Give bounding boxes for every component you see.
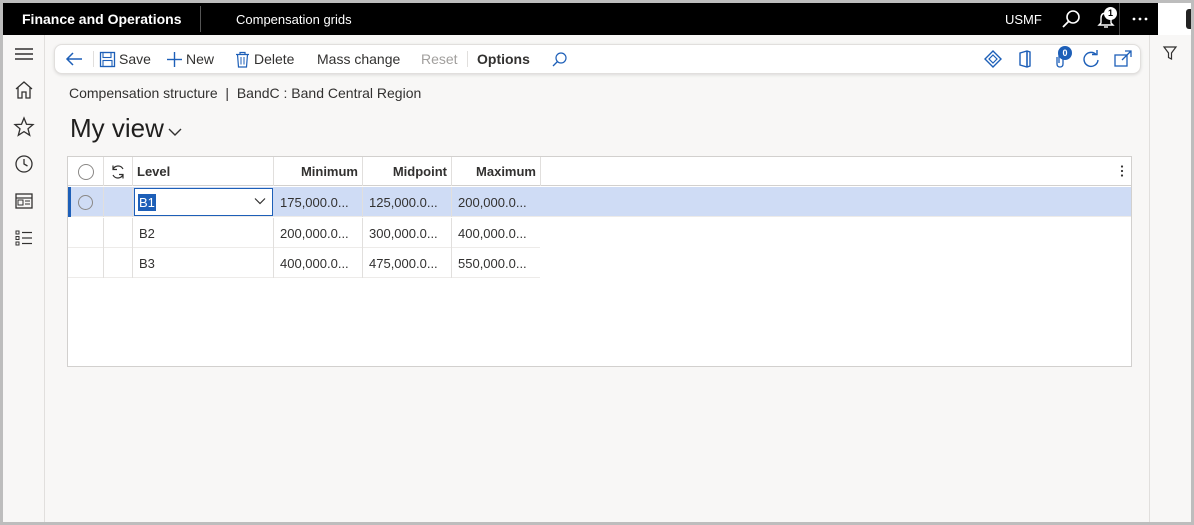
cell-minimum[interactable]: 400,000.0... xyxy=(274,248,363,278)
table-row[interactable]: B3 400,000.0... 475,000.0... 550,000.0..… xyxy=(68,248,540,278)
row-select-cell[interactable] xyxy=(68,248,104,278)
options-label: Options xyxy=(477,51,530,67)
column-header-maximum[interactable]: Maximum xyxy=(452,157,541,186)
power-apps-icon[interactable] xyxy=(983,49,1003,69)
search-icon[interactable] xyxy=(1060,8,1082,30)
select-all-radio[interactable] xyxy=(77,163,94,180)
breadcrumb: Compensation structure | BandC : Band Ce… xyxy=(69,85,422,101)
new-button[interactable]: New xyxy=(166,45,214,73)
right-rail xyxy=(1149,35,1191,522)
select-all-cell[interactable] xyxy=(68,157,104,186)
page-title: My view xyxy=(70,113,164,143)
search-icon xyxy=(552,51,567,66)
reset-label: Reset xyxy=(421,51,458,67)
topbar-divider xyxy=(200,6,201,32)
chevron-down-icon[interactable] xyxy=(254,197,266,205)
cell-midpoint[interactable]: 300,000.0... xyxy=(363,218,452,248)
row-status-cell xyxy=(104,248,133,278)
left-nav xyxy=(3,35,45,522)
back-arrow-icon xyxy=(65,52,82,66)
chevron-down-icon xyxy=(168,128,182,136)
table-row[interactable]: B1 175,000.0... 125,000.0... 200,000.0..… xyxy=(68,187,1131,217)
save-button[interactable]: Save xyxy=(99,45,151,73)
action-search-button[interactable] xyxy=(551,45,571,73)
row-status-cell xyxy=(104,187,133,217)
row-status-cell xyxy=(104,218,133,248)
cell-level[interactable]: B2 xyxy=(133,218,274,248)
delete-label: Delete xyxy=(254,51,295,67)
cell-maximum[interactable]: 200,000.0... xyxy=(452,187,541,217)
column-header-level[interactable]: Level xyxy=(133,157,274,186)
row-select-radio[interactable] xyxy=(78,194,93,210)
refresh-icon xyxy=(112,164,124,179)
notification-badge: 1 xyxy=(1104,7,1117,20)
row-select-cell[interactable] xyxy=(68,187,104,217)
row-select-cell[interactable] xyxy=(68,218,104,248)
star-icon[interactable] xyxy=(13,116,35,138)
action-pane: Save New Delete Mass change Reset Option… xyxy=(54,44,1141,74)
plus-icon xyxy=(167,51,182,67)
modules-list-icon[interactable] xyxy=(13,227,35,249)
company-picker[interactable]: USMF xyxy=(1005,12,1042,27)
compensation-grid: Level Minimum Midpoint Maximum B1 175,00… xyxy=(67,156,1132,367)
workspaces-icon[interactable] xyxy=(13,190,35,212)
level-value: B1 xyxy=(138,193,156,211)
options-tab[interactable]: Options xyxy=(477,45,530,73)
refresh-icon[interactable] xyxy=(1081,49,1101,69)
cell-maximum[interactable]: 550,000.0... xyxy=(452,248,540,278)
cell-minimum[interactable]: 200,000.0... xyxy=(274,218,363,248)
cell-midpoint[interactable]: 475,000.0... xyxy=(363,248,452,278)
grid-header: Level Minimum Midpoint Maximum xyxy=(68,157,1131,186)
app-title[interactable]: Finance and Operations xyxy=(22,11,181,27)
view-selector[interactable]: My view xyxy=(70,113,182,144)
save-label: Save xyxy=(119,51,151,67)
refresh-column[interactable] xyxy=(104,157,133,186)
app-window: Finance and Operations Compensation grid… xyxy=(3,3,1191,522)
divider xyxy=(467,51,468,67)
delete-button[interactable]: Delete xyxy=(234,45,294,73)
more-icon[interactable] xyxy=(1129,8,1151,30)
mass-change-label: Mass change xyxy=(317,51,401,67)
back-button[interactable] xyxy=(64,45,87,73)
attachments-badge: 0 xyxy=(1058,46,1072,60)
column-header-midpoint[interactable]: Midpoint xyxy=(363,157,452,186)
avatar[interactable] xyxy=(1186,9,1191,29)
mass-change-button[interactable]: Mass change xyxy=(317,45,400,73)
more-vertical-icon[interactable] xyxy=(1114,163,1130,179)
filter-icon[interactable] xyxy=(1162,45,1178,61)
cell-level[interactable]: B3 xyxy=(133,248,274,278)
office-icon[interactable] xyxy=(1015,49,1035,69)
cell-midpoint[interactable]: 125,000.0... xyxy=(363,187,452,217)
level-lookup-input[interactable]: B1 xyxy=(134,188,273,216)
page-name: Compensation grids xyxy=(236,12,352,27)
table-row[interactable]: B2 200,000.0... 300,000.0... 400,000.0..… xyxy=(68,218,540,248)
cell-maximum[interactable]: 400,000.0... xyxy=(452,218,540,248)
divider xyxy=(93,51,94,67)
trash-icon xyxy=(236,51,249,68)
column-header-minimum[interactable]: Minimum xyxy=(274,157,363,186)
new-label: New xyxy=(186,51,215,67)
topbar-divider xyxy=(1119,3,1120,35)
hamburger-icon[interactable] xyxy=(13,43,35,65)
open-new-window-icon[interactable] xyxy=(1113,49,1133,69)
save-icon xyxy=(99,51,116,67)
top-bar: Finance and Operations Compensation grid… xyxy=(3,3,1191,35)
home-icon[interactable] xyxy=(13,79,35,101)
recent-clock-icon[interactable] xyxy=(13,153,35,175)
cell-minimum[interactable]: 175,000.0... xyxy=(274,187,363,217)
reset-button[interactable]: Reset xyxy=(421,45,458,73)
